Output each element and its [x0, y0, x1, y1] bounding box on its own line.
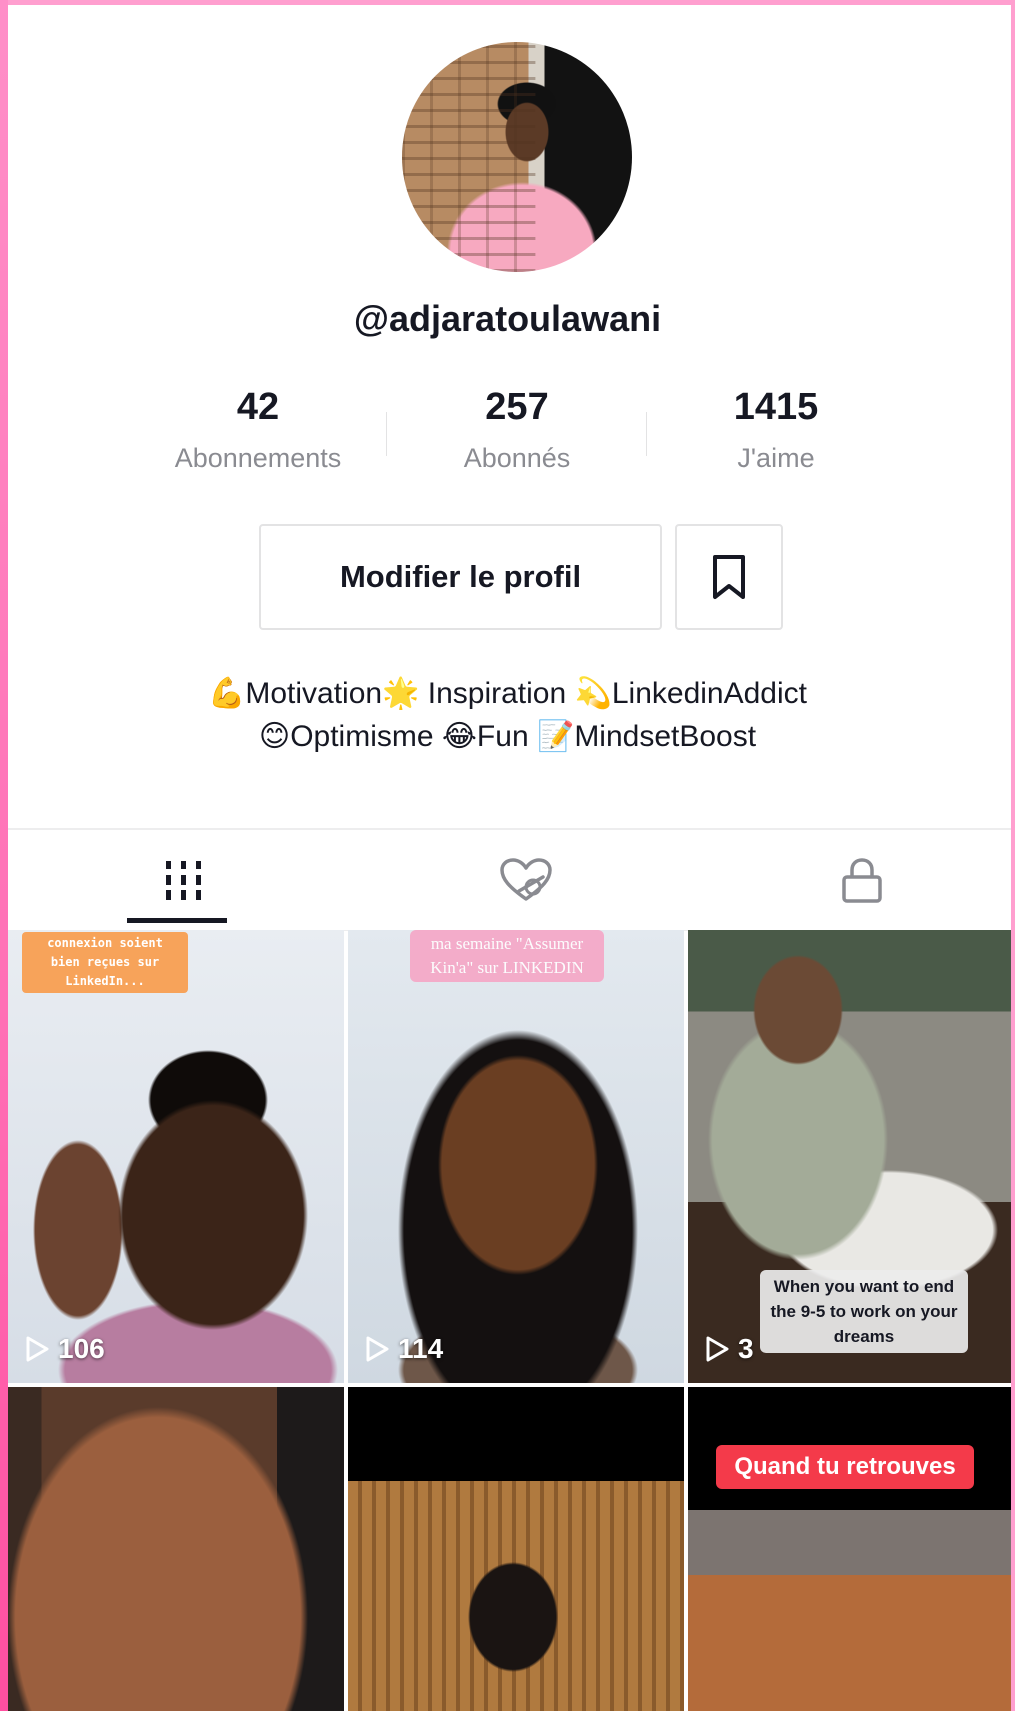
video-thumbnail-5[interactable] — [348, 1387, 684, 1711]
stat-followers-count: 257 — [485, 386, 549, 428]
video-thumbnail-1[interactable]: connexion soient bien reçues sur LinkedI… — [8, 930, 344, 1383]
play-icon — [706, 1336, 729, 1362]
screen-border-top — [0, 0, 1015, 5]
video-caption: When you want to end the 9-5 to work on … — [760, 1270, 968, 1353]
bio-line-2: 😊Optimisme 😂Fun 📝MindsetBoost — [258, 720, 757, 753]
lock-icon — [842, 858, 882, 903]
avatar[interactable] — [402, 42, 632, 272]
view-count: 106 — [24, 1333, 105, 1365]
stat-following-label: Abonnements — [174, 443, 342, 473]
video-caption: connexion soient bien reçues sur LinkedI… — [22, 932, 188, 993]
favorites-button[interactable] — [675, 524, 783, 630]
active-tab-indicator — [127, 918, 227, 923]
username: @adjaratoulawani — [353, 298, 662, 339]
grid-icon — [166, 861, 201, 900]
edit-profile-button[interactable]: Modifier le profil — [259, 524, 662, 630]
play-icon — [26, 1336, 49, 1362]
view-count-value: 106 — [58, 1333, 105, 1364]
video-thumbnail-2[interactable]: ma semaine "Assumer Kin'a" sur LINKEDIN … — [348, 930, 684, 1383]
stat-followers[interactable]: 257 Abonnés — [387, 386, 647, 474]
tab-private[interactable] — [804, 830, 920, 930]
video-grid: connexion soient bien reçues sur LinkedI… — [8, 930, 1011, 1711]
stat-likes-label: J'aime — [737, 443, 815, 473]
video-thumbnail-4[interactable] — [8, 1387, 344, 1711]
liked-hidden-icon — [500, 858, 552, 901]
stat-followers-label: Abonnés — [463, 443, 571, 473]
view-count-value: 3 — [738, 1333, 754, 1364]
tab-videos[interactable] — [126, 830, 242, 930]
video-caption: ma semaine "Assumer Kin'a" sur LINKEDIN — [410, 930, 604, 982]
stat-following-count: 42 — [236, 386, 280, 428]
view-count-value: 114 — [398, 1333, 444, 1364]
profile-tab-bar — [8, 828, 1011, 931]
stat-likes[interactable]: 1415 J'aime — [646, 386, 906, 474]
bio-line-1: 💪Motivation🌟 Inspiration 💫LinkedinAddict — [207, 677, 807, 710]
stat-following[interactable]: 42 Abonnements — [128, 386, 388, 474]
video-caption: Quand tu retrouves — [716, 1445, 974, 1489]
stat-likes-count: 1415 — [733, 386, 819, 428]
video-thumbnail-6[interactable]: Quand tu retrouves — [688, 1387, 1011, 1711]
play-icon — [366, 1336, 389, 1362]
tab-liked[interactable] — [468, 830, 584, 930]
view-count: 3 — [704, 1333, 754, 1365]
video-thumbnail-3[interactable]: When you want to end the 9-5 to work on … — [688, 930, 1011, 1383]
screen-border-right — [1011, 0, 1015, 1711]
bookmark-icon — [713, 555, 745, 599]
view-count: 114 — [364, 1333, 443, 1365]
screen-border-left — [0, 0, 8, 1711]
